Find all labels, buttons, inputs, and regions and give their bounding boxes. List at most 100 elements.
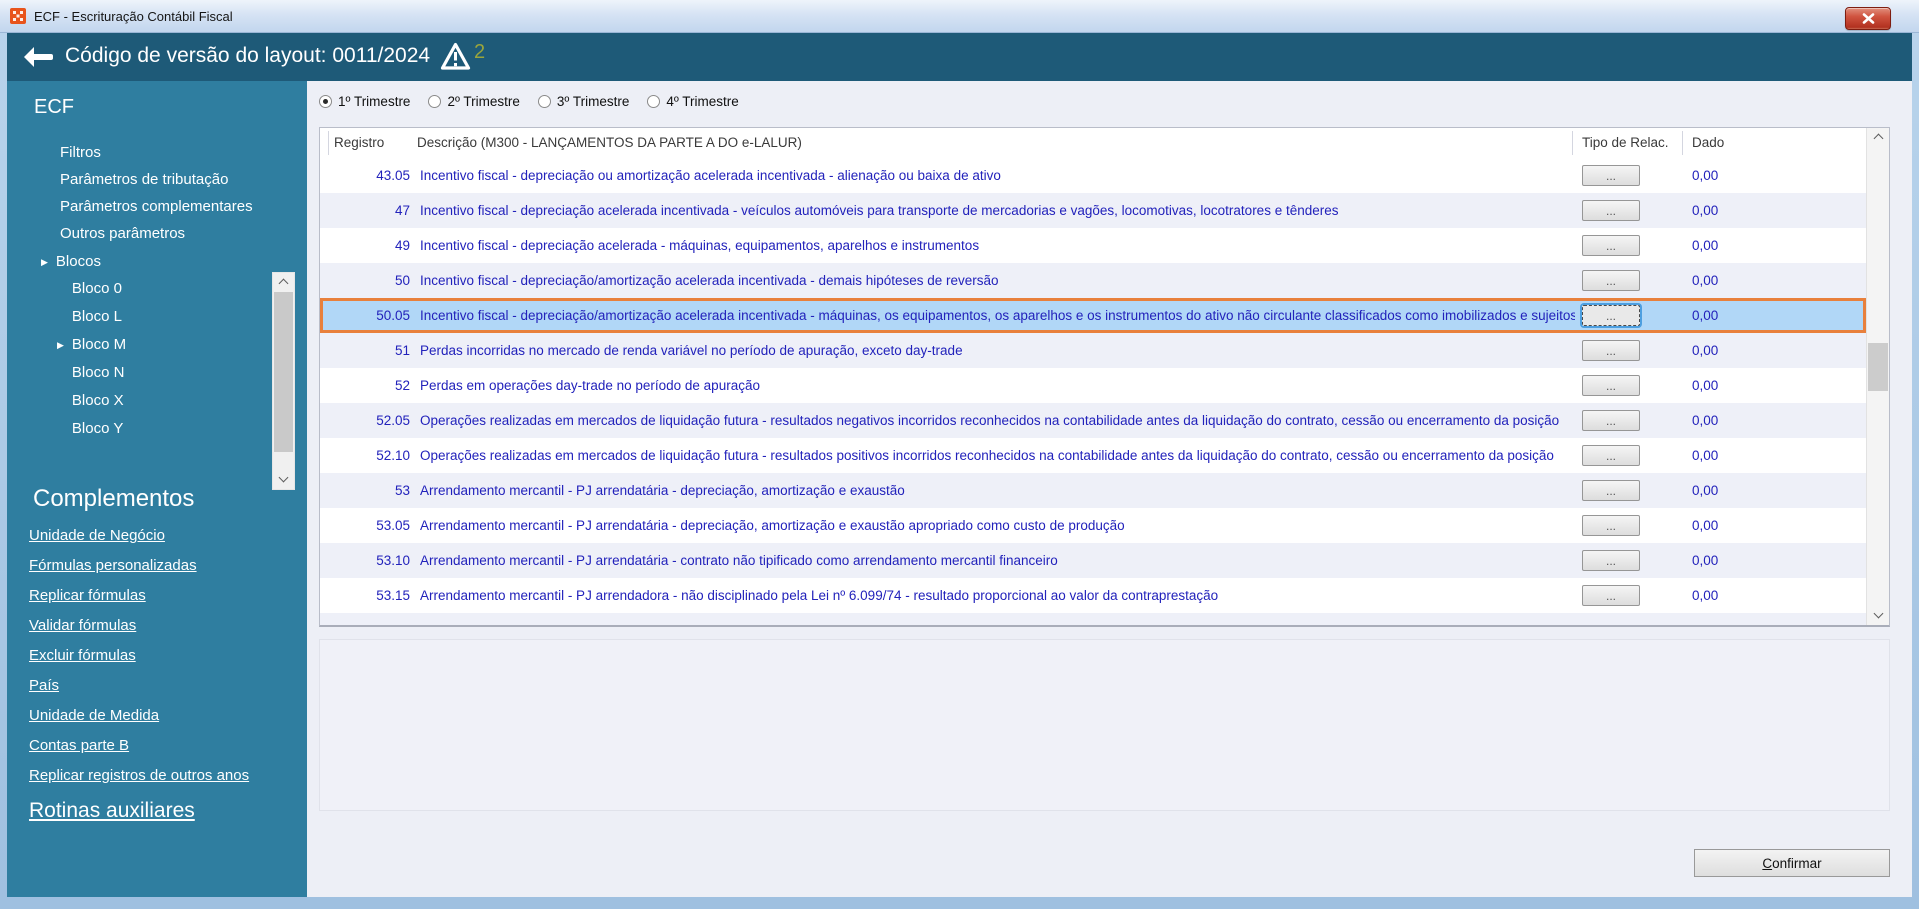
tipo-relac-button[interactable]: ... <box>1582 200 1640 221</box>
tipo-relac-button[interactable]: ... <box>1582 305 1640 326</box>
table-row[interactable]: 52.05 Operações realizadas em mercados d… <box>320 403 1866 438</box>
registro-cell: 43.05 <box>376 168 410 183</box>
quarter-radio-option[interactable]: 1º Trimestre <box>319 94 410 109</box>
sidebar-title: ECF <box>34 96 74 118</box>
radio-icon[interactable] <box>647 95 661 108</box>
registro-cell: 51 <box>394 343 410 358</box>
table-row[interactable]: 52.10 Operações realizadas em mercados d… <box>320 438 1866 473</box>
page-title: Código de versão do layout: 0011/2024 <box>65 44 431 67</box>
table-row[interactable]: 49 Incentivo fiscal - depreciação aceler… <box>320 228 1866 263</box>
sidebar-item[interactable]: Parâmetros de tributação <box>7 166 307 193</box>
rotinas-auxiliares-link[interactable]: Rotinas auxiliares <box>29 799 195 823</box>
table-row[interactable]: 51 Perdas incorridas no mercado de renda… <box>320 333 1866 368</box>
confirm-button-label: Confirmar <box>1762 855 1822 871</box>
scrollbar-thumb[interactable] <box>274 292 293 452</box>
sidebar-link[interactable]: Replicar registros de outros anos <box>29 761 249 791</box>
sidebar-link[interactable]: Unidade de Negócio <box>29 521 165 551</box>
sidebar-subitem-bloco[interactable]: ▶Bloco 0 <box>7 275 307 303</box>
scroll-down-arrow[interactable] <box>1867 606 1889 625</box>
table-row[interactable]: 53.10 Arrendamento mercantil - PJ arrend… <box>320 543 1866 578</box>
table-row[interactable]: 53.15 Arrendamento mercantil - PJ arrend… <box>320 578 1866 613</box>
window-client-area: Código de versão do layout: 0011/2024 2 … <box>7 33 1912 897</box>
registro-cell: 52.05 <box>376 413 410 428</box>
tipo-relac-button[interactable]: ... <box>1582 340 1640 361</box>
tipo-relac-button[interactable]: ... <box>1582 270 1640 291</box>
sidebar-item[interactable]: Outros parâmetros <box>7 220 307 247</box>
table-row[interactable]: 50.05 Incentivo fiscal - depreciação/amo… <box>320 298 1866 333</box>
radio-icon[interactable] <box>428 95 442 108</box>
column-separator <box>1682 131 1683 155</box>
tipo-relac-button[interactable]: ... <box>1582 480 1640 501</box>
sidebar-menu: Filtros Parâmetros de tributação Parâmet… <box>7 139 307 247</box>
warning-indicator[interactable]: 2 <box>440 41 485 71</box>
radio-icon[interactable] <box>319 95 332 108</box>
descricao-cell: Arrendamento mercantil - PJ arrendatária… <box>420 483 905 498</box>
table-row[interactable]: 50 Incentivo fiscal - depreciação/amorti… <box>320 263 1866 298</box>
scroll-up-arrow[interactable] <box>1867 128 1889 147</box>
tipo-relac-button[interactable]: ... <box>1582 550 1640 571</box>
sidebar-scrollbar[interactable] <box>272 272 295 490</box>
dado-cell: 0,00 <box>1692 483 1719 498</box>
quarter-radio-label: 2º Trimestre <box>447 94 520 109</box>
sidebar-subitem-bloco[interactable]: ▶Bloco X <box>7 387 307 415</box>
scroll-up-arrow[interactable] <box>273 273 294 292</box>
chevron-down-icon <box>278 472 289 483</box>
descricao-cell: Arrendamento mercantil - PJ arrendadora … <box>420 588 1219 603</box>
tipo-relac-button[interactable]: ... <box>1582 445 1640 466</box>
sidebar-subitem-bloco[interactable]: ▶Bloco L <box>7 303 307 331</box>
sidebar-blocos-children: ▶Bloco 0 ▶Bloco L ▶ Bloco M ▶Bloco N ▶Blo… <box>7 275 307 443</box>
table-row[interactable]: 43.05 Incentivo fiscal - depreciação ou … <box>320 158 1866 193</box>
descricao-cell: Perdas em operações day-trade no período… <box>420 378 760 393</box>
sidebar-item[interactable]: Parâmetros complementares <box>7 193 307 220</box>
tipo-relac-button[interactable]: ... <box>1582 585 1640 606</box>
sidebar-item-label: Blocos <box>55 253 101 270</box>
sidebar-link[interactable]: Unidade de Medida <box>29 701 159 731</box>
sidebar-link[interactable]: País <box>29 671 59 701</box>
sidebar-subitem-bloco[interactable]: ▶ Bloco M <box>7 331 307 359</box>
sidebar-link[interactable]: Excluir fórmulas <box>29 641 136 671</box>
sidebar-item[interactable]: Filtros <box>7 139 307 166</box>
tipo-relac-button[interactable]: ... <box>1582 410 1640 431</box>
descricao-cell: Incentivo fiscal - depreciação ou amorti… <box>420 168 1001 183</box>
app-icon <box>10 8 26 24</box>
quarter-radio-group: 1º Trimestre 2º Trimestre 3º Trimestre 4… <box>319 94 739 109</box>
table-row[interactable]: 53 Arrendamento mercantil - PJ arrendatá… <box>320 473 1866 508</box>
table-row[interactable]: 53.05 Arrendamento mercantil - PJ arrend… <box>320 508 1866 543</box>
back-button[interactable] <box>21 45 55 74</box>
dado-cell: 0,00 <box>1692 343 1719 358</box>
sidebar-subitem-bloco[interactable]: ▶Bloco N <box>7 359 307 387</box>
complementos-links: Unidade de Negócio Fórmulas personalizad… <box>7 521 307 791</box>
table-row[interactable]: 47 Incentivo fiscal - depreciação aceler… <box>320 193 1866 228</box>
sidebar-link[interactable]: Validar fórmulas <box>29 611 136 641</box>
sidebar-item-blocos[interactable]: ▶ Blocos <box>7 247 307 275</box>
expand-arrow-icon: ▶ <box>41 257 48 267</box>
dado-cell: 0,00 <box>1692 553 1719 568</box>
sidebar-link[interactable]: Fórmulas personalizadas <box>29 551 197 581</box>
quarter-radio-option[interactable]: 4º Trimestre <box>647 94 739 109</box>
tipo-relac-button[interactable]: ... <box>1582 235 1640 256</box>
quarter-radio-option[interactable]: 3º Trimestre <box>537 94 629 109</box>
sidebar-link[interactable]: Contas parte B <box>29 731 129 761</box>
registro-cell: 53.10 <box>376 553 410 568</box>
dado-cell: 0,00 <box>1692 518 1719 533</box>
close-button[interactable] <box>1845 7 1891 30</box>
sidebar-subitem-bloco[interactable]: ▶Bloco Y <box>7 415 307 443</box>
registro-cell: 53 <box>394 483 410 498</box>
column-separator <box>328 131 329 155</box>
tipo-relac-button[interactable]: ... <box>1582 515 1640 536</box>
table-row[interactable]: 52 Perdas em operações day-trade no perí… <box>320 368 1866 403</box>
column-separator <box>1572 131 1573 155</box>
scroll-down-arrow[interactable] <box>273 470 294 489</box>
descricao-cell: Incentivo fiscal - depreciação acelerada… <box>420 238 980 253</box>
tipo-relac-button[interactable]: ... <box>1582 165 1640 186</box>
confirm-button[interactable]: Confirmar <box>1694 849 1890 877</box>
sidebar-subitem-label: Bloco N <box>71 364 125 381</box>
sidebar-link[interactable]: Replicar fórmulas <box>29 581 146 611</box>
table-scrollbar[interactable] <box>1866 128 1889 625</box>
tipo-relac-button[interactable]: ... <box>1582 375 1640 396</box>
scrollbar-thumb[interactable] <box>1868 343 1888 391</box>
descricao-cell: Incentivo fiscal - depreciação/amortizaç… <box>420 273 999 288</box>
quarter-radio-option[interactable]: 2º Trimestre <box>428 94 520 109</box>
column-header-descricao: Descrição (M300 - LANÇAMENTOS DA PARTE A… <box>417 135 802 150</box>
radio-icon[interactable] <box>537 95 551 108</box>
